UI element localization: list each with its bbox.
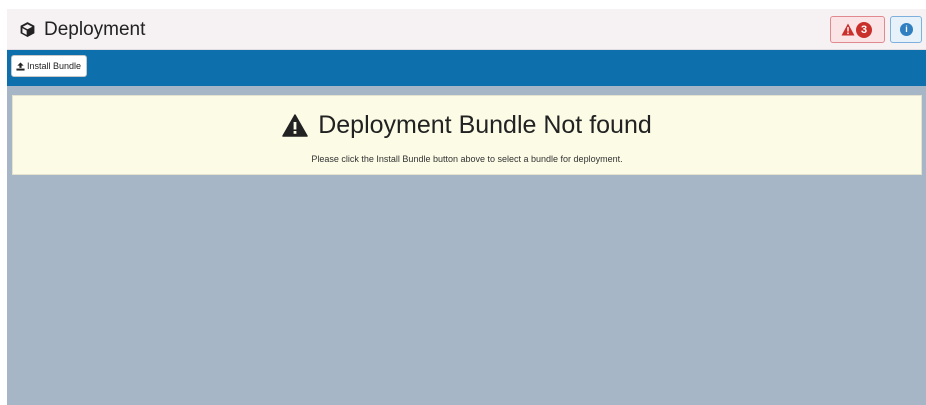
info-icon: i	[900, 23, 913, 36]
deployment-app: Deployment 3 i Install Bundle Deployment…	[7, 9, 926, 405]
notice-message: Please click the Install Bundle button a…	[311, 154, 623, 164]
page-title: Deployment	[44, 19, 146, 40]
warning-icon	[841, 23, 855, 36]
notice-heading: Deployment Bundle Not found	[13, 110, 921, 140]
alerts-button[interactable]: 3	[830, 16, 885, 43]
install-bundle-label: Install Bundle	[27, 61, 82, 71]
bundle-not-found-notice: Deployment Bundle Not found Please click…	[12, 95, 922, 175]
upload-icon	[16, 61, 25, 71]
install-bundle-button[interactable]: Install Bundle	[11, 55, 88, 77]
alerts-count-badge: 3	[856, 22, 872, 38]
toolbar: Install Bundle	[7, 50, 926, 86]
info-button[interactable]: i	[890, 16, 922, 43]
page-header: Deployment 3 i	[7, 9, 926, 50]
warning-icon	[282, 113, 308, 137]
cube-icon	[20, 22, 35, 37]
notice-heading-text: Deployment Bundle Not found	[318, 111, 652, 139]
